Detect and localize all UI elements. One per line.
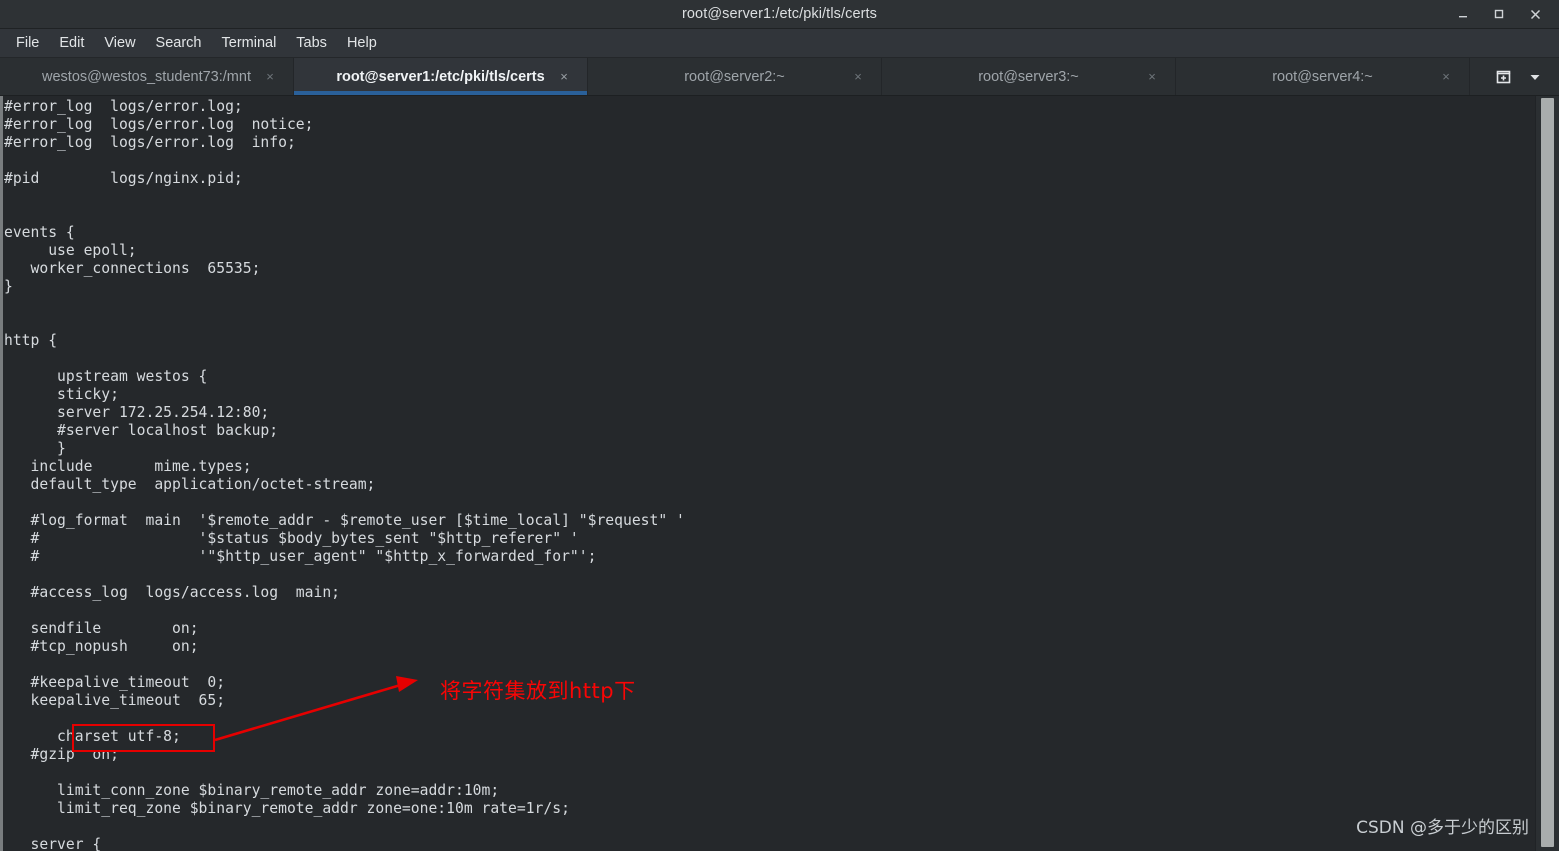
terminal-output[interactable]: #error_log logs/error.log; #error_log log… [4, 96, 1528, 851]
tab-server2[interactable]: root@server2:~ × [588, 58, 882, 95]
terminal-line: limit_req_zone $binary_remote_addr zone=… [4, 800, 570, 817]
window-title: root@server1:/etc/pki/tls/certs [681, 6, 878, 22]
annotation-note: 将字符集放到http下 [440, 679, 636, 703]
close-button[interactable] [1517, 0, 1553, 28]
terminal-line: default_type application/octet-stream; [4, 476, 376, 493]
csdn-watermark: CSDN @多于少的区别 [1356, 818, 1529, 838]
tab-close-icon[interactable]: × [1145, 70, 1159, 84]
terminal-line: sticky; [4, 386, 119, 403]
menu-item-tabs[interactable]: Tabs [286, 29, 337, 57]
window-controls [1445, 0, 1553, 28]
terminal-line: #error_log logs/error.log info; [4, 134, 296, 151]
terminal-body: #error_log logs/error.log; #error_log log… [0, 96, 1559, 851]
tab-list-button[interactable] [1521, 63, 1549, 91]
chevron-down-icon [1530, 74, 1540, 80]
terminal-left-edge [0, 96, 3, 851]
maximize-icon [1494, 9, 1504, 19]
terminal-line: } [4, 278, 13, 295]
menu-item-terminal[interactable]: Terminal [212, 29, 287, 57]
terminal-scrollbar[interactable] [1535, 96, 1559, 851]
tab-label: root@server1:/etc/pki/tls/certs [336, 68, 545, 85]
tab-server1-certs[interactable]: root@server1:/etc/pki/tls/certs × [294, 58, 588, 95]
terminal-line: events { [4, 224, 75, 241]
menu-item-search[interactable]: Search [146, 29, 212, 57]
terminal-line: #tcp_nopush on; [4, 638, 199, 655]
terminal-line: #keepalive_timeout 0; [4, 674, 226, 691]
tab-label: root@server2:~ [684, 68, 785, 85]
terminal-line: server 172.25.254.12:80; [4, 404, 270, 421]
terminal-line: server { [4, 836, 102, 851]
tab-label: westos@westos_student73:/mnt [42, 68, 251, 85]
terminal-line: charset utf-8; [4, 728, 181, 745]
terminal-line: #gzip on; [4, 746, 119, 763]
terminal-line: #error_log logs/error.log notice; [4, 116, 314, 133]
terminal-line: #log_format main '$remote_addr - $remote… [4, 512, 685, 529]
menu-item-file[interactable]: File [6, 29, 49, 57]
tab-close-icon[interactable]: × [263, 70, 277, 84]
terminal-line: use epoll; [4, 242, 137, 259]
terminal-line: limit_conn_zone $binary_remote_addr zone… [4, 782, 500, 799]
maximize-button[interactable] [1481, 0, 1517, 28]
tab-label: root@server3:~ [978, 68, 1079, 85]
scrollbar-thumb[interactable] [1541, 98, 1554, 847]
terminal-line: #error_log logs/error.log; [4, 98, 243, 115]
tab-close-icon[interactable]: × [557, 70, 571, 84]
terminal-line: upstream westos { [4, 368, 208, 385]
new-tab-icon [1496, 70, 1510, 84]
terminal-line: #pid logs/nginx.pid; [4, 170, 243, 187]
terminal-line: # '"$http_user_agent" "$http_x_forwarded… [4, 548, 597, 565]
terminal-line: http { [4, 332, 58, 349]
new-tab-button[interactable] [1489, 63, 1517, 91]
menu-item-edit[interactable]: Edit [49, 29, 94, 57]
minimize-button[interactable] [1445, 0, 1481, 28]
close-icon [1530, 9, 1540, 19]
minimize-icon [1459, 16, 1467, 18]
terminal-line: # '$status $body_bytes_sent "$http_refer… [4, 530, 579, 547]
tab-close-icon[interactable]: × [1439, 70, 1453, 84]
terminal-line: } [4, 440, 66, 457]
tab-server4[interactable]: root@server4:~ × [1176, 58, 1470, 95]
tab-server3[interactable]: root@server3:~ × [882, 58, 1176, 95]
tab-label: root@server4:~ [1272, 68, 1373, 85]
terminal-line: #access_log logs/access.log main; [4, 584, 341, 601]
tab-westos-student73[interactable]: westos@westos_student73:/mnt × [0, 58, 294, 95]
tab-bar-actions [1485, 58, 1559, 95]
menu-bar: File Edit View Search Terminal Tabs Help [0, 29, 1559, 58]
terminal-line: keepalive_timeout 65; [4, 692, 226, 709]
menu-item-help[interactable]: Help [337, 29, 387, 57]
terminal-window: root@server1:/etc/pki/tls/certs File Edi… [0, 0, 1559, 851]
terminal-line: #server localhost backup; [4, 422, 279, 439]
terminal-line: worker_connections 65535; [4, 260, 261, 277]
terminal-line: sendfile on; [4, 620, 199, 637]
title-bar: root@server1:/etc/pki/tls/certs [0, 0, 1559, 29]
tab-bar: westos@westos_student73:/mnt × root@serv… [0, 58, 1559, 96]
menu-item-view[interactable]: View [94, 29, 145, 57]
tab-close-icon[interactable]: × [851, 70, 865, 84]
terminal-line: include mime.types; [4, 458, 252, 475]
